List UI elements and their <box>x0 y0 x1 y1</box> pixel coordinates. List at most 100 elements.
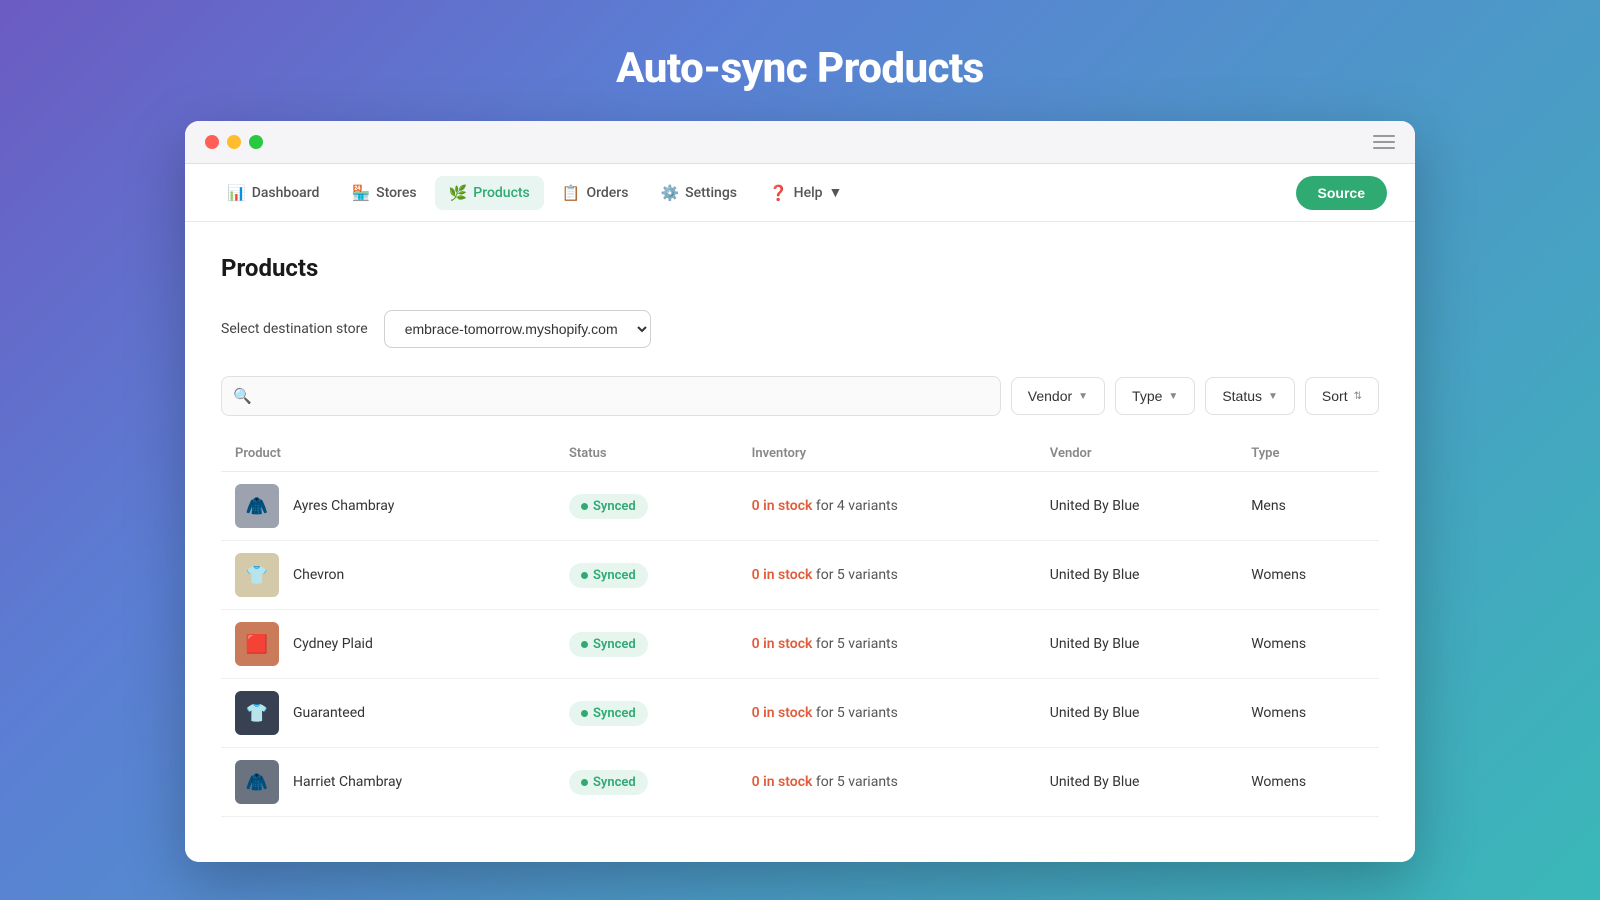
cell-product-4: 👕 Guaranteed <box>221 679 555 748</box>
sort-filter-chevron-icon: ⇅ <box>1354 391 1362 402</box>
cell-vendor-2: United By Blue <box>1036 541 1237 610</box>
nav-label-dashboard: Dashboard <box>252 185 320 201</box>
products-table: Product Status Inventory Vendor Type 🧥 A… <box>221 436 1379 817</box>
synced-dot-3 <box>581 641 588 648</box>
status-filter-chevron-icon: ▼ <box>1268 391 1278 402</box>
maximize-window-button[interactable] <box>249 135 263 149</box>
synced-dot-2 <box>581 572 588 579</box>
type-filter-button[interactable]: Type ▼ <box>1115 377 1195 415</box>
products-icon: 🌿 <box>449 184 468 202</box>
cell-product-1: 🧥 Ayres Chambray <box>221 472 555 541</box>
product-name-1: Ayres Chambray <box>293 498 394 514</box>
nav-item-dashboard[interactable]: 📊 Dashboard <box>213 176 333 210</box>
table-row[interactable]: 🧥 Harriet Chambray Synced 0 in stock for… <box>221 748 1379 817</box>
title-bar <box>185 121 1415 164</box>
synced-dot-5 <box>581 779 588 786</box>
cell-type-3: Womens <box>1237 610 1379 679</box>
table-row[interactable]: 👕 Guaranteed Synced 0 in stock for 5 var… <box>221 679 1379 748</box>
minimize-window-button[interactable] <box>227 135 241 149</box>
product-name-2: Chevron <box>293 567 344 583</box>
status-badge-3: Synced <box>569 632 648 657</box>
cell-vendor-4: United By Blue <box>1036 679 1237 748</box>
cell-vendor-5: United By Blue <box>1036 748 1237 817</box>
source-button[interactable]: Source <box>1296 176 1387 210</box>
inventory-text-2: 0 in stock for 5 variants <box>752 567 898 583</box>
nav-item-help[interactable]: ❓ Help ▼ <box>755 176 856 210</box>
cell-vendor-3: United By Blue <box>1036 610 1237 679</box>
cell-type-4: Womens <box>1237 679 1379 748</box>
product-thumb-1: 🧥 <box>235 484 279 528</box>
product-thumb-2: 👕 <box>235 553 279 597</box>
vendor-filter-button[interactable]: Vendor ▼ <box>1011 377 1105 415</box>
store-select[interactable]: embrace-tomorrow.myshopify.com <box>384 310 651 348</box>
nav-item-orders[interactable]: 📋 Orders <box>548 176 643 210</box>
cell-inventory-4: 0 in stock for 5 variants <box>738 679 1036 748</box>
stock-zero-3: 0 in stock <box>752 636 813 652</box>
cell-inventory-1: 0 in stock for 4 variants <box>738 472 1036 541</box>
cell-status-5: Synced <box>555 748 738 817</box>
synced-dot-1 <box>581 503 588 510</box>
status-badge-4: Synced <box>569 701 648 726</box>
type-filter-label: Type <box>1132 388 1162 404</box>
nav-item-stores[interactable]: 🏪 Stores <box>337 176 430 210</box>
nav-label-orders: Orders <box>586 185 628 201</box>
search-input[interactable] <box>221 376 1001 416</box>
hamburger-icon[interactable] <box>1373 135 1395 149</box>
main-content: Products Select destination store embrac… <box>185 222 1415 862</box>
vendor-filter-label: Vendor <box>1028 388 1072 404</box>
sort-filter-label: Sort <box>1322 388 1348 404</box>
inventory-text-4: 0 in stock for 5 variants <box>752 705 898 721</box>
help-chevron-icon: ▼ <box>829 184 843 201</box>
status-badge-5: Synced <box>569 770 648 795</box>
stock-zero-5: 0 in stock <box>752 774 813 790</box>
table-row[interactable]: 👕 Chevron Synced 0 in stock for 5 varian… <box>221 541 1379 610</box>
stock-zero-4: 0 in stock <box>752 705 813 721</box>
inventory-text-3: 0 in stock for 5 variants <box>752 636 898 652</box>
cell-type-1: Mens <box>1237 472 1379 541</box>
nav-bar: 📊 Dashboard 🏪 Stores 🌿 Products 📋 Orders… <box>185 164 1415 222</box>
cell-status-1: Synced <box>555 472 738 541</box>
cell-inventory-3: 0 in stock for 5 variants <box>738 610 1036 679</box>
product-thumb-4: 👕 <box>235 691 279 735</box>
filter-bar: 🔍 Vendor ▼ Type ▼ Status ▼ Sort ⇅ <box>221 376 1379 416</box>
product-name-5: Harriet Chambray <box>293 774 402 790</box>
product-name-4: Guaranteed <box>293 705 365 721</box>
table-header: Product Status Inventory Vendor Type <box>221 436 1379 472</box>
nav-label-settings: Settings <box>685 185 737 201</box>
sort-filter-button[interactable]: Sort ⇅ <box>1305 377 1379 415</box>
col-header-type: Type <box>1237 436 1379 472</box>
window-controls <box>205 135 263 149</box>
inventory-text-5: 0 in stock for 5 variants <box>752 774 898 790</box>
nav-item-settings[interactable]: ⚙️ Settings <box>646 176 751 210</box>
store-selector-label: Select destination store <box>221 321 368 337</box>
help-icon: ❓ <box>769 184 788 202</box>
cell-product-2: 👕 Chevron <box>221 541 555 610</box>
cell-product-3: 🟥 Cydney Plaid <box>221 610 555 679</box>
product-name-3: Cydney Plaid <box>293 636 373 652</box>
table-row[interactable]: 🧥 Ayres Chambray Synced 0 in stock for 4… <box>221 472 1379 541</box>
section-title: Products <box>221 254 1379 282</box>
inventory-text-1: 0 in stock for 4 variants <box>752 498 898 514</box>
col-header-vendor: Vendor <box>1036 436 1237 472</box>
table-row[interactable]: 🟥 Cydney Plaid Synced 0 in stock for 5 v… <box>221 610 1379 679</box>
product-thumb-5: 🧥 <box>235 760 279 804</box>
synced-dot-4 <box>581 710 588 717</box>
nav-label-stores: Stores <box>376 185 416 201</box>
cell-status-4: Synced <box>555 679 738 748</box>
stock-zero-1: 0 in stock <box>752 498 813 514</box>
product-thumb-3: 🟥 <box>235 622 279 666</box>
search-icon: 🔍 <box>233 387 252 405</box>
nav-item-products[interactable]: 🌿 Products <box>435 176 544 210</box>
stores-icon: 🏪 <box>351 184 370 202</box>
orders-icon: 📋 <box>562 184 581 202</box>
col-header-product: Product <box>221 436 555 472</box>
cell-product-5: 🧥 Harriet Chambray <box>221 748 555 817</box>
cell-status-3: Synced <box>555 610 738 679</box>
nav-items: 📊 Dashboard 🏪 Stores 🌿 Products 📋 Orders… <box>213 176 1296 210</box>
close-window-button[interactable] <box>205 135 219 149</box>
status-filter-label: Status <box>1222 388 1262 404</box>
status-filter-button[interactable]: Status ▼ <box>1205 377 1295 415</box>
cell-type-2: Womens <box>1237 541 1379 610</box>
type-filter-chevron-icon: ▼ <box>1168 391 1178 402</box>
cell-status-2: Synced <box>555 541 738 610</box>
